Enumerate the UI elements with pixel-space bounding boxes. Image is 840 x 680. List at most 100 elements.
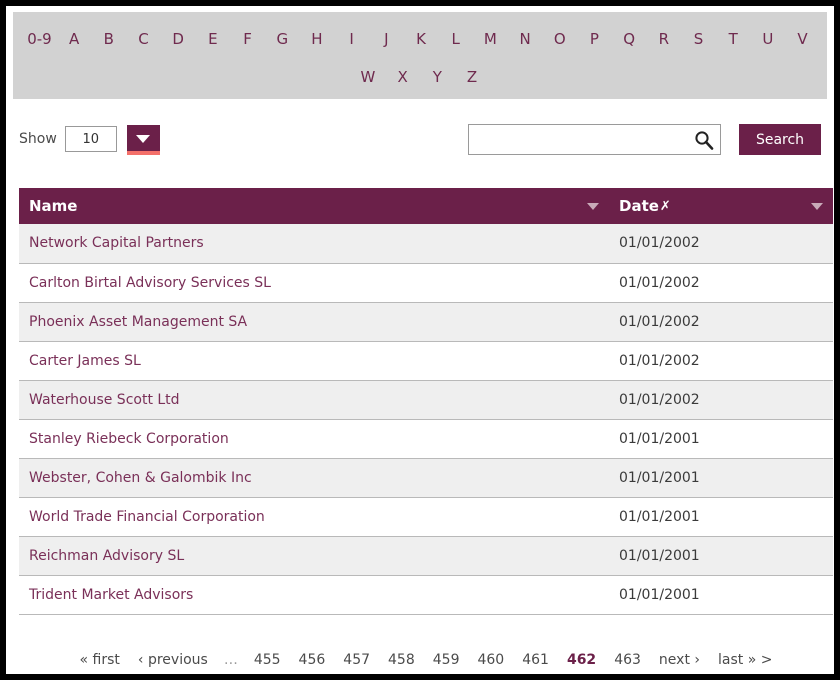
pagination-page-461[interactable]: 461: [513, 652, 558, 668]
show-entries-select[interactable]: 10: [64, 125, 117, 152]
table-row: World Trade Financial Corporation 01/01/2…: [19, 497, 833, 537]
pagination-page-455[interactable]: 455: [245, 652, 290, 668]
entity-name-link[interactable]: Waterhouse Scott Ltd: [29, 392, 180, 408]
show-entries-dropdown-button[interactable]: [126, 125, 160, 155]
entity-name-link[interactable]: Carter James SL: [29, 353, 141, 369]
search-group: Search: [468, 124, 821, 155]
cell-name: World Trade Financial Corporation: [19, 497, 609, 537]
alphabet-link-s[interactable]: S: [681, 30, 716, 48]
cell-date: 01/01/2001: [609, 575, 833, 615]
column-header-name-label: Name: [29, 197, 78, 215]
browser-page-frame: 0-9 A B C D E F G H I J K L M N O P Q R S T U V WXYZ Show 10: [0, 0, 840, 680]
table-row: Network Capital Partners 01/01/2002: [19, 224, 833, 264]
alphabet-link-h[interactable]: H: [300, 30, 335, 48]
alphabet-link-l[interactable]: L: [438, 30, 473, 48]
alphabet-link-f[interactable]: F: [230, 30, 265, 48]
alphabet-link-d[interactable]: D: [161, 30, 196, 48]
alphabet-link-w[interactable]: W: [351, 68, 386, 86]
column-header-name[interactable]: Name: [19, 188, 609, 224]
pagination-page-459[interactable]: 459: [424, 652, 469, 668]
cell-name: Waterhouse Scott Ltd: [19, 380, 609, 420]
cell-name: Reichman Advisory SL: [19, 536, 609, 576]
pagination-first[interactable]: « first: [71, 652, 129, 668]
pagination-page-458[interactable]: 458: [379, 652, 424, 668]
alphabet-link-b[interactable]: B: [91, 30, 126, 48]
cell-name: Carter James SL: [19, 341, 609, 381]
search-box: [468, 124, 721, 155]
pagination-last[interactable]: last » >: [709, 652, 781, 668]
alphabet-link-g[interactable]: G: [265, 30, 300, 48]
entity-name-link[interactable]: Stanley Riebeck Corporation: [29, 431, 229, 447]
pagination-page-460[interactable]: 460: [468, 652, 513, 668]
alphabet-link-y[interactable]: Y: [420, 68, 455, 86]
alphabet-link-p[interactable]: P: [577, 30, 612, 48]
alphabet-link-j[interactable]: J: [369, 30, 404, 48]
alphabet-link-m[interactable]: M: [473, 30, 508, 48]
alphabet-link-o[interactable]: O: [542, 30, 577, 48]
cell-date: 01/01/2002: [609, 302, 833, 342]
alphabet-link-t[interactable]: T: [716, 30, 751, 48]
triangle-down-icon: [136, 134, 151, 143]
alphabet-link-z[interactable]: Z: [455, 68, 490, 86]
pagination-current: 462: [566, 652, 597, 668]
pagination-page-463[interactable]: 463: [605, 652, 650, 668]
column-header-date-label: Date: [619, 197, 659, 215]
alphabet-row-1: 0-9 A B C D E F G H I J K L M N O P Q R S T U V: [13, 20, 827, 58]
alphabet-link-c[interactable]: C: [126, 30, 161, 48]
table-row: Reichman Advisory SL 01/01/2001: [19, 536, 833, 576]
alphabet-nav: 0-9 A B C D E F G H I J K L M N O P Q R S T U V WXYZ: [13, 12, 827, 99]
filter-triangle-icon-date[interactable]: [811, 202, 823, 210]
alphabet-link-e[interactable]: E: [196, 30, 231, 48]
entity-name-link[interactable]: World Trade Financial Corporation: [29, 509, 265, 525]
cell-date: 01/01/2002: [609, 263, 833, 303]
cell-name: Webster, Cohen & Galombik Inc: [19, 458, 609, 498]
table-head: Name Date ✗: [19, 188, 833, 224]
alphabet-link-i[interactable]: I: [334, 30, 369, 48]
cell-date: 01/01/2002: [609, 341, 833, 381]
alphabet-link-v[interactable]: V: [785, 30, 820, 48]
entity-name-link[interactable]: Phoenix Asset Management SA: [29, 314, 247, 330]
cell-name: Carlton Birtal Advisory Services SL: [19, 263, 609, 303]
cell-date: 01/01/2001: [609, 419, 833, 459]
alphabet-link-x[interactable]: X: [385, 68, 420, 86]
table-row: Carter James SL 01/01/2002: [19, 341, 833, 381]
filter-triangle-icon-name[interactable]: [587, 202, 599, 210]
pagination: « first ‹ previous … 455 456 457 458 459 460 461 4…: [19, 643, 833, 674]
alphabet-link-n[interactable]: N: [508, 30, 543, 48]
search-input[interactable]: [469, 125, 720, 154]
table-header-row: Name Date ✗: [19, 188, 833, 224]
entity-name-link[interactable]: Reichman Advisory SL: [29, 548, 184, 564]
alphabet-link-k[interactable]: K: [404, 30, 439, 48]
table-controls: Show 10 Search: [13, 118, 827, 176]
alphabet-link-a[interactable]: A: [57, 30, 92, 48]
alphabet-link-q[interactable]: Q: [612, 30, 647, 48]
show-entries-group: Show 10: [19, 125, 160, 155]
search-icon[interactable]: [694, 130, 714, 150]
entity-name-link[interactable]: Webster, Cohen & Galombik Inc: [29, 470, 252, 486]
pagination-previous[interactable]: ‹ previous: [129, 652, 217, 668]
cell-date: 01/01/2001: [609, 458, 833, 498]
alphabet-link-09[interactable]: 0-9: [22, 30, 57, 48]
alphabet-link-u[interactable]: U: [751, 30, 786, 48]
entity-name-link[interactable]: Network Capital Partners: [29, 235, 204, 251]
search-button[interactable]: Search: [739, 124, 821, 155]
entity-name-link[interactable]: Carlton Birtal Advisory Services SL: [29, 275, 271, 291]
table-row: Webster, Cohen & Galombik Inc 01/01/2001: [19, 458, 833, 498]
entity-name-link[interactable]: Trident Market Advisors: [29, 587, 193, 603]
cell-date: 01/01/2001: [609, 497, 833, 537]
cell-name: Phoenix Asset Management SA: [19, 302, 609, 342]
pagination-ellipsis: …: [223, 652, 238, 668]
alphabet-link-r[interactable]: R: [646, 30, 681, 48]
cell-date: 01/01/2002: [609, 380, 833, 420]
page-content: 0-9 A B C D E F G H I J K L M N O P Q R S T U V WXYZ Show 10: [6, 6, 834, 674]
pagination-page-456[interactable]: 456: [290, 652, 335, 668]
results-table: Name Date ✗ Network Capital Partners 01/…: [19, 188, 833, 615]
pagination-next[interactable]: next ›: [650, 652, 709, 668]
cell-date: 01/01/2001: [609, 536, 833, 576]
chevron-down-icon[interactable]: ✗: [660, 200, 671, 213]
cell-name: Network Capital Partners: [19, 224, 609, 264]
column-header-date[interactable]: Date ✗: [609, 188, 833, 224]
dropdown-accent-bar: [126, 151, 160, 155]
pagination-page-457[interactable]: 457: [334, 652, 379, 668]
table-row: Trident Market Advisors 01/01/2001: [19, 575, 833, 615]
